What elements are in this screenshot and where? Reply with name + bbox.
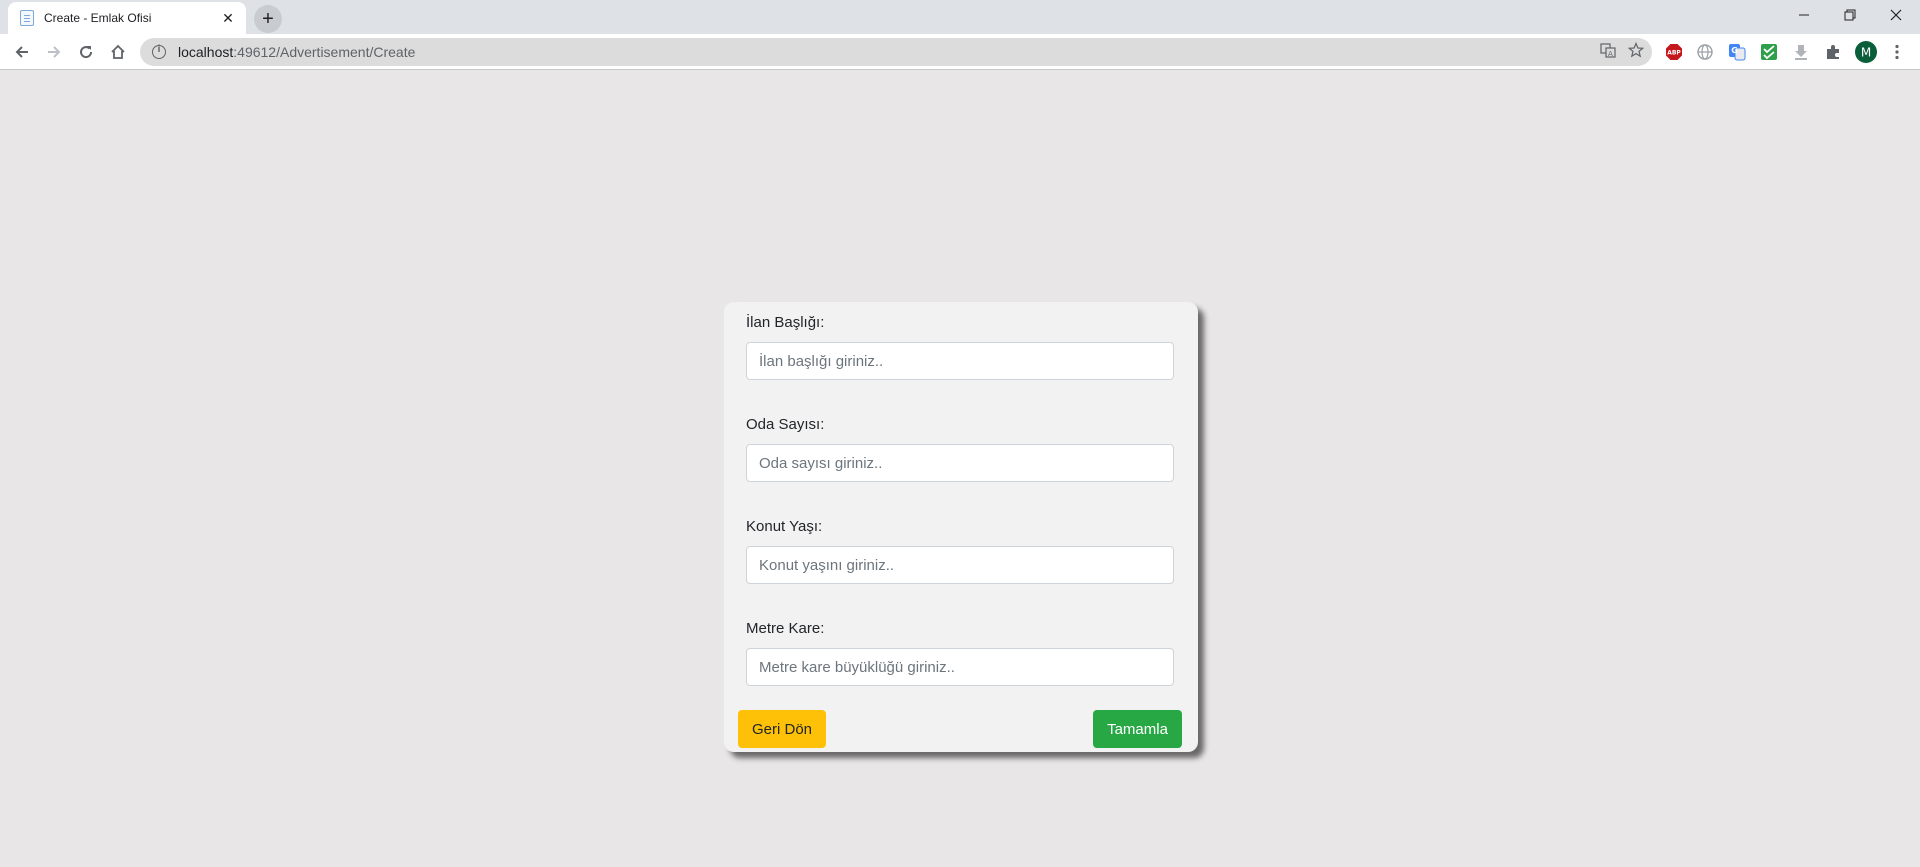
page-icon xyxy=(20,10,34,26)
globe-icon[interactable] xyxy=(1696,43,1714,61)
url-text[interactable]: localhost:49612/Advertisement/Create xyxy=(178,44,415,60)
forward-arrow-icon[interactable] xyxy=(40,38,68,66)
home-icon[interactable] xyxy=(104,38,132,66)
browser-tab[interactable]: Create - Emlak Ofisi ✕ xyxy=(8,2,246,34)
tab-title: Create - Emlak Ofisi xyxy=(44,11,152,25)
translate-icon[interactable]: A xyxy=(1600,42,1616,63)
checklist-extension-icon[interactable] xyxy=(1760,43,1778,61)
building-age-label: Konut Yaşı: xyxy=(746,518,823,535)
room-count-label: Oda Sayısı: xyxy=(746,416,825,433)
restore-button[interactable] xyxy=(1827,0,1873,30)
back-arrow-icon[interactable] xyxy=(8,38,36,66)
close-window-button[interactable] xyxy=(1873,0,1919,30)
svg-text:G: G xyxy=(1731,46,1738,55)
reload-icon[interactable] xyxy=(72,38,100,66)
address-bar[interactable]: localhost:49612/Advertisement/Create A xyxy=(140,38,1652,66)
google-translate-icon[interactable]: G xyxy=(1728,43,1746,61)
title-input[interactable] xyxy=(746,342,1174,380)
tab-strip: Create - Emlak Ofisi ✕ + xyxy=(0,0,1920,34)
new-tab-button[interactable]: + xyxy=(254,5,282,33)
square-meters-input[interactable] xyxy=(746,648,1174,686)
menu-kebab-icon[interactable] xyxy=(1888,43,1906,61)
svg-text:A: A xyxy=(1608,50,1613,58)
minimize-button[interactable] xyxy=(1781,0,1827,30)
svg-text:ABP: ABP xyxy=(1667,50,1681,57)
bookmark-star-icon[interactable] xyxy=(1627,41,1645,63)
back-button[interactable]: Geri Dön xyxy=(738,710,826,748)
info-icon[interactable] xyxy=(152,44,166,59)
profile-avatar[interactable]: M xyxy=(1855,41,1877,63)
square-meters-label: Metre Kare: xyxy=(746,620,825,637)
browser-toolbar: localhost:49612/Advertisement/Create A A… xyxy=(0,34,1920,70)
room-count-input[interactable] xyxy=(746,444,1174,482)
title-label: İlan Başlığı: xyxy=(746,314,825,331)
create-advertisement-form: İlan Başlığı: Oda Sayısı: Konut Yaşı: Me… xyxy=(724,302,1198,752)
download-icon[interactable] xyxy=(1792,43,1810,61)
svg-text:M: M xyxy=(1861,46,1871,60)
submit-button[interactable]: Tamamla xyxy=(1093,710,1182,748)
close-tab-icon[interactable]: ✕ xyxy=(220,10,236,27)
extensions-puzzle-icon[interactable] xyxy=(1824,43,1842,61)
adblock-icon[interactable]: ABP xyxy=(1665,43,1683,61)
building-age-input[interactable] xyxy=(746,546,1174,584)
